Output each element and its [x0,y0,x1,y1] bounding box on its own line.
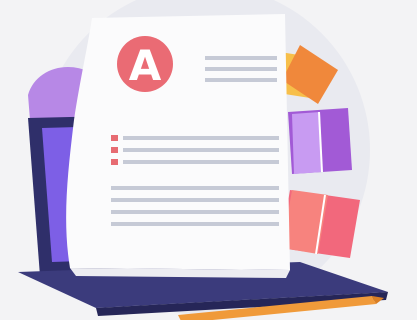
text-line [111,222,279,226]
document: A [66,14,290,278]
tile-violet [292,112,322,174]
document-paper [66,14,290,270]
text-line [123,148,279,152]
graded-document-illustration: A [18,0,388,320]
text-line [205,67,277,71]
text-line [123,136,279,140]
text-line [111,210,279,214]
text-line [111,198,279,202]
text-line [205,78,277,82]
text-line [123,160,279,164]
bullet-marker [111,159,118,165]
bullet-marker [111,135,118,141]
illustration-canvas: A [0,0,417,320]
text-line [111,186,279,190]
bullet-marker [111,147,118,153]
text-line [205,56,277,60]
grade-letter: A [129,41,162,90]
